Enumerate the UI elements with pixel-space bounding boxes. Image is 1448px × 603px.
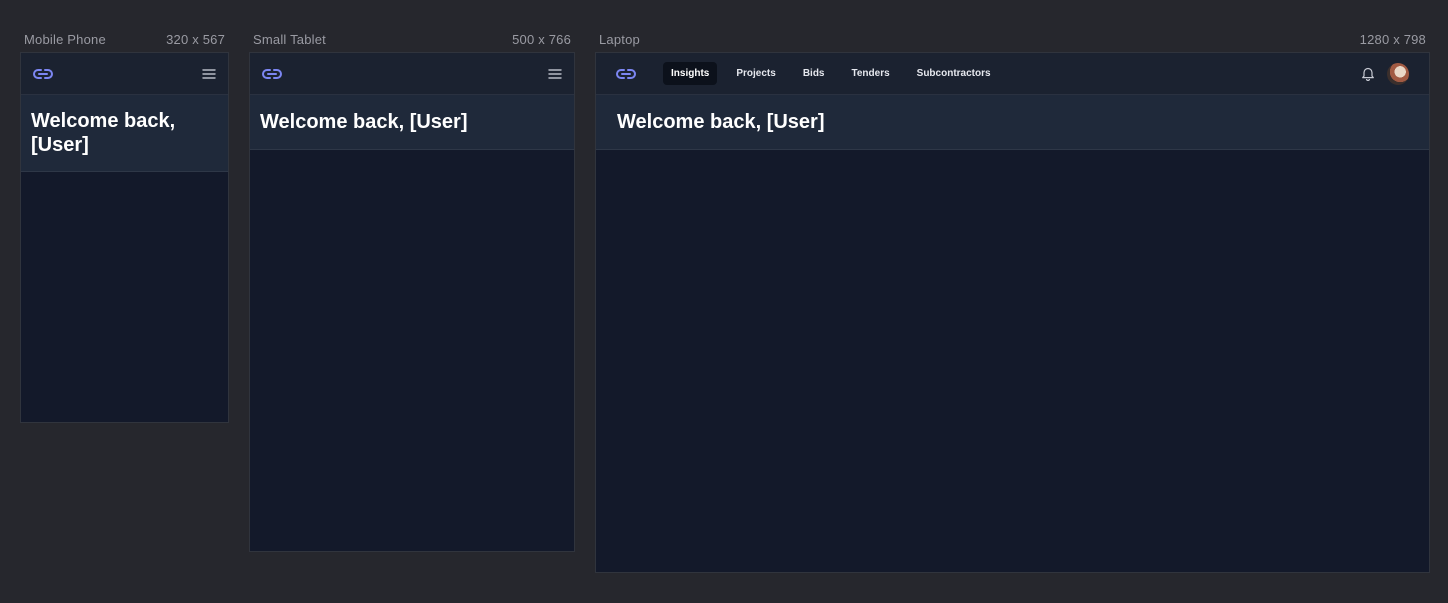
nav-item-tenders[interactable]: Tenders (843, 62, 897, 85)
header-tools (1361, 62, 1409, 85)
avatar[interactable] (1387, 62, 1409, 85)
mobile-frame: Welcome back, [User] (20, 52, 229, 423)
page-title-line2: [User] (31, 134, 89, 156)
hamburger-menu-icon[interactable] (202, 68, 216, 80)
mobile-frame-label: Mobile Phone 320 x 567 (20, 29, 229, 49)
tablet-frame-label: Small Tablet 500 x 766 (249, 29, 575, 49)
link-icon[interactable] (262, 67, 282, 81)
bell-icon[interactable] (1361, 66, 1375, 81)
link-icon[interactable] (33, 67, 53, 81)
laptop-frame-container: Laptop 1280 x 798 Insights Projects Bids… (595, 29, 1430, 573)
laptop-frame-label: Laptop 1280 x 798 (595, 29, 1430, 49)
frame-title: Mobile Phone (24, 31, 106, 47)
frame-title: Small Tablet (253, 31, 326, 47)
welcome-header: Welcome back, [User] (21, 95, 228, 172)
mobile-topbar (21, 53, 228, 95)
tablet-topbar (250, 53, 574, 95)
nav-item-subcontractors[interactable]: Subcontractors (909, 62, 999, 85)
main-nav: Insights Projects Bids Tenders Subcontra… (663, 62, 999, 85)
tablet-frame-container: Small Tablet 500 x 766 Welcome back, [Us… (249, 29, 575, 552)
frame-size: 320 x 567 (166, 31, 225, 47)
frame-size: 500 x 766 (512, 31, 571, 47)
welcome-header: Welcome back, [User] (250, 95, 574, 150)
laptop-topbar: Insights Projects Bids Tenders Subcontra… (596, 53, 1429, 95)
page-title: Welcome back, [User] (260, 111, 468, 133)
hamburger-menu-icon[interactable] (548, 68, 562, 80)
laptop-frame: Insights Projects Bids Tenders Subcontra… (595, 52, 1430, 573)
welcome-header: Welcome back, [User] (596, 95, 1429, 150)
page-title: Welcome back, [User] (617, 111, 825, 133)
mobile-frame-container: Mobile Phone 320 x 567 Welcome back, [Us… (20, 29, 229, 423)
frame-title: Laptop (599, 31, 640, 47)
nav-item-insights[interactable]: Insights (663, 62, 718, 85)
link-icon[interactable] (616, 67, 636, 81)
page-title-line1: Welcome back, (31, 110, 176, 132)
nav-item-bids[interactable]: Bids (795, 62, 833, 85)
nav-item-projects[interactable]: Projects (728, 62, 783, 85)
frame-size: 1280 x 798 (1359, 31, 1426, 47)
tablet-frame: Welcome back, [User] (249, 52, 575, 552)
